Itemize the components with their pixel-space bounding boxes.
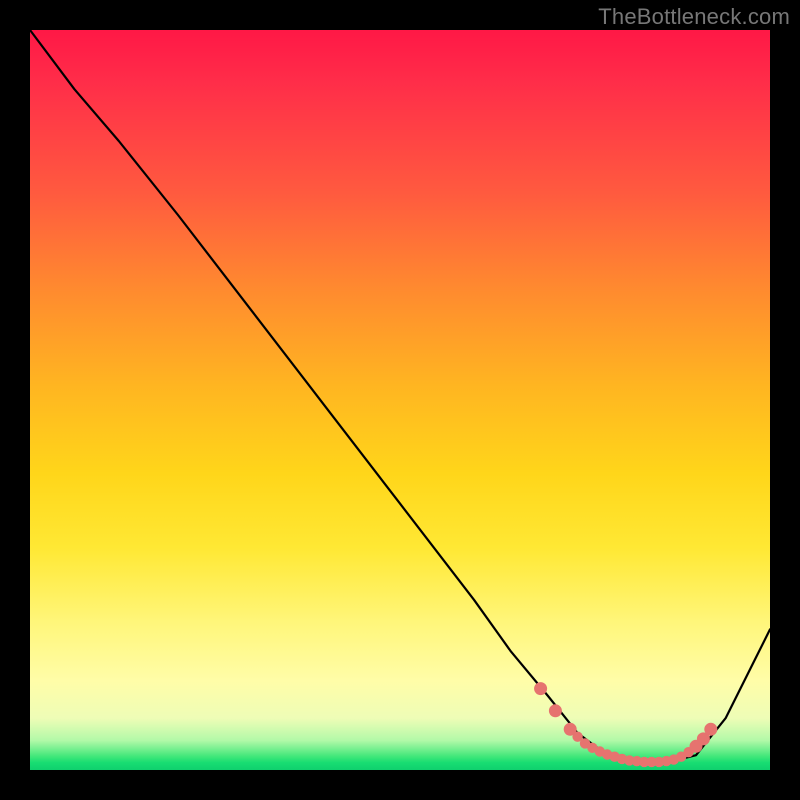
dotted-trough-highlight xyxy=(534,682,717,767)
watermark-text: TheBottleneck.com xyxy=(598,4,790,30)
chart-svg xyxy=(30,30,770,770)
trough-dot xyxy=(704,723,717,736)
trough-dot xyxy=(534,682,547,695)
bottleneck-curve xyxy=(30,30,770,763)
plot-area xyxy=(30,30,770,770)
trough-dot xyxy=(549,704,562,717)
chart-frame: TheBottleneck.com xyxy=(0,0,800,800)
